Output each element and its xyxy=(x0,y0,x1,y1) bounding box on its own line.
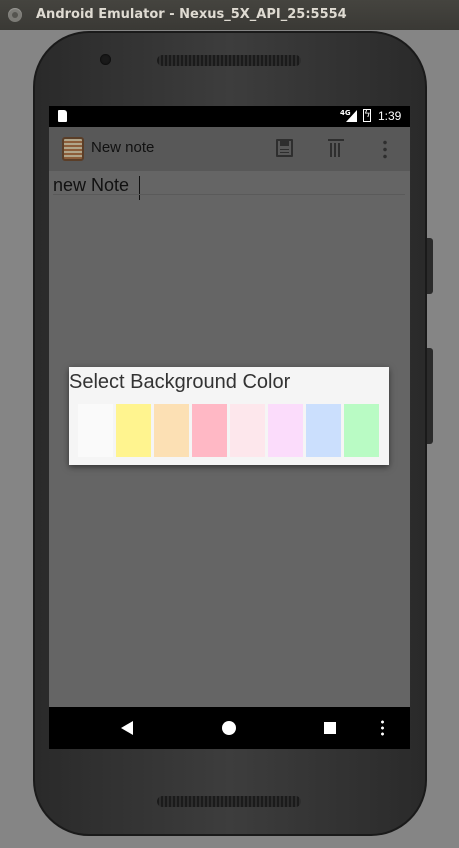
note-text-field[interactable]: new Note xyxy=(53,175,129,196)
note-underline xyxy=(53,194,405,195)
emulator-title-bar: Android Emulator - Nexus_5X_API_25:5554 xyxy=(0,0,459,30)
status-time: 1:39 xyxy=(378,109,402,123)
top-speaker xyxy=(157,55,301,66)
color-swatch-4[interactable] xyxy=(192,404,227,457)
power-button[interactable] xyxy=(427,238,433,294)
notepad-app-icon xyxy=(62,137,84,161)
device-screen: 4G 1:39 New note new Note Select Backgro… xyxy=(49,106,410,749)
color-swatch-6[interactable] xyxy=(268,404,303,457)
color-swatch-7[interactable] xyxy=(306,404,341,457)
app-title: New note xyxy=(91,139,155,156)
color-swatch-3[interactable] xyxy=(154,404,189,457)
color-swatch-8[interactable] xyxy=(344,404,379,457)
volume-buttons[interactable] xyxy=(427,348,433,444)
signal-icon xyxy=(346,110,357,122)
color-swatch-5[interactable] xyxy=(230,404,265,457)
battery-charging-icon xyxy=(363,109,371,122)
color-swatches xyxy=(78,404,379,457)
navigation-bar xyxy=(49,707,410,749)
dialog-title: Select Background Color xyxy=(69,371,291,393)
text-cursor xyxy=(139,176,140,200)
home-icon[interactable] xyxy=(222,721,236,735)
status-bar: 4G 1:39 xyxy=(49,106,410,127)
recents-icon[interactable] xyxy=(324,722,336,734)
app-bar: New note xyxy=(49,127,410,171)
delete-icon[interactable] xyxy=(328,139,344,157)
color-picker-dialog: Select Background Color xyxy=(69,367,389,465)
window-title: Android Emulator - Nexus_5X_API_25:5554 xyxy=(36,7,347,22)
color-swatch-2[interactable] xyxy=(116,404,151,457)
sd-card-icon xyxy=(58,110,67,122)
color-swatch-1[interactable] xyxy=(78,404,113,457)
back-icon[interactable] xyxy=(121,721,133,735)
window-close-icon[interactable] xyxy=(8,8,22,22)
emulator-more-icon[interactable] xyxy=(381,719,384,737)
front-camera-icon xyxy=(100,54,111,65)
overflow-menu-icon[interactable] xyxy=(383,139,387,159)
save-icon[interactable] xyxy=(276,139,293,157)
bottom-speaker xyxy=(157,796,301,807)
